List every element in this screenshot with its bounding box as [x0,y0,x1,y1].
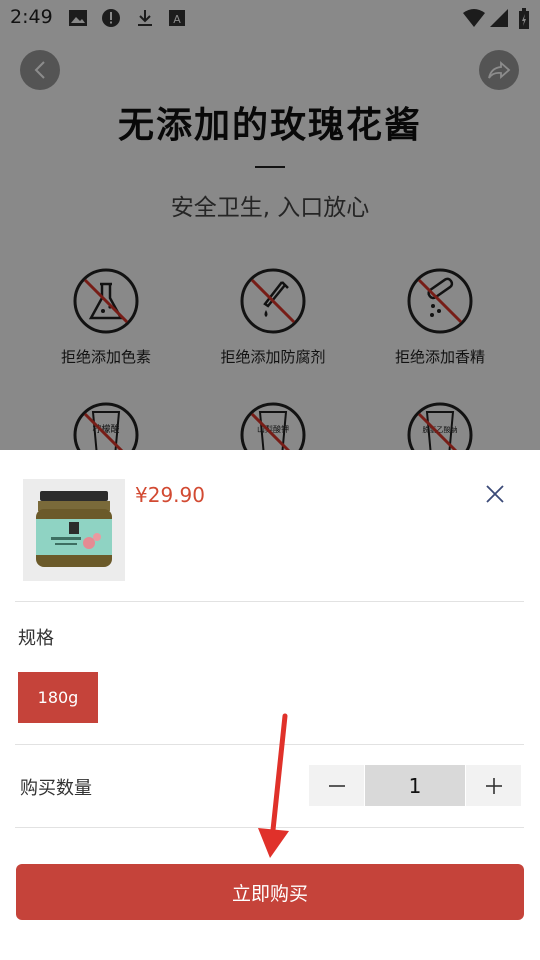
divider [15,827,524,828]
product-price: ¥29.90 [135,483,205,507]
divider [15,744,524,745]
purchase-sheet: ¥29.90 规格 180g 购买数量 1 立即购买 [0,450,540,960]
spec-label: 规格 [18,628,54,649]
close-icon [486,485,504,503]
quantity-stepper: 1 [309,765,521,806]
close-button[interactable] [482,481,508,507]
increment-button[interactable] [466,765,521,806]
spec-option-180g[interactable]: 180g [18,672,98,723]
minus-icon [328,784,345,787]
decrement-button[interactable] [309,765,364,806]
divider [15,601,524,602]
quantity-label: 购买数量 [20,778,92,799]
buy-now-button[interactable]: 立即购买 [16,864,524,920]
plus-icon [485,777,502,794]
product-thumbnail [23,479,125,581]
jam-jar-image [23,479,125,581]
quantity-value[interactable]: 1 [365,765,465,806]
